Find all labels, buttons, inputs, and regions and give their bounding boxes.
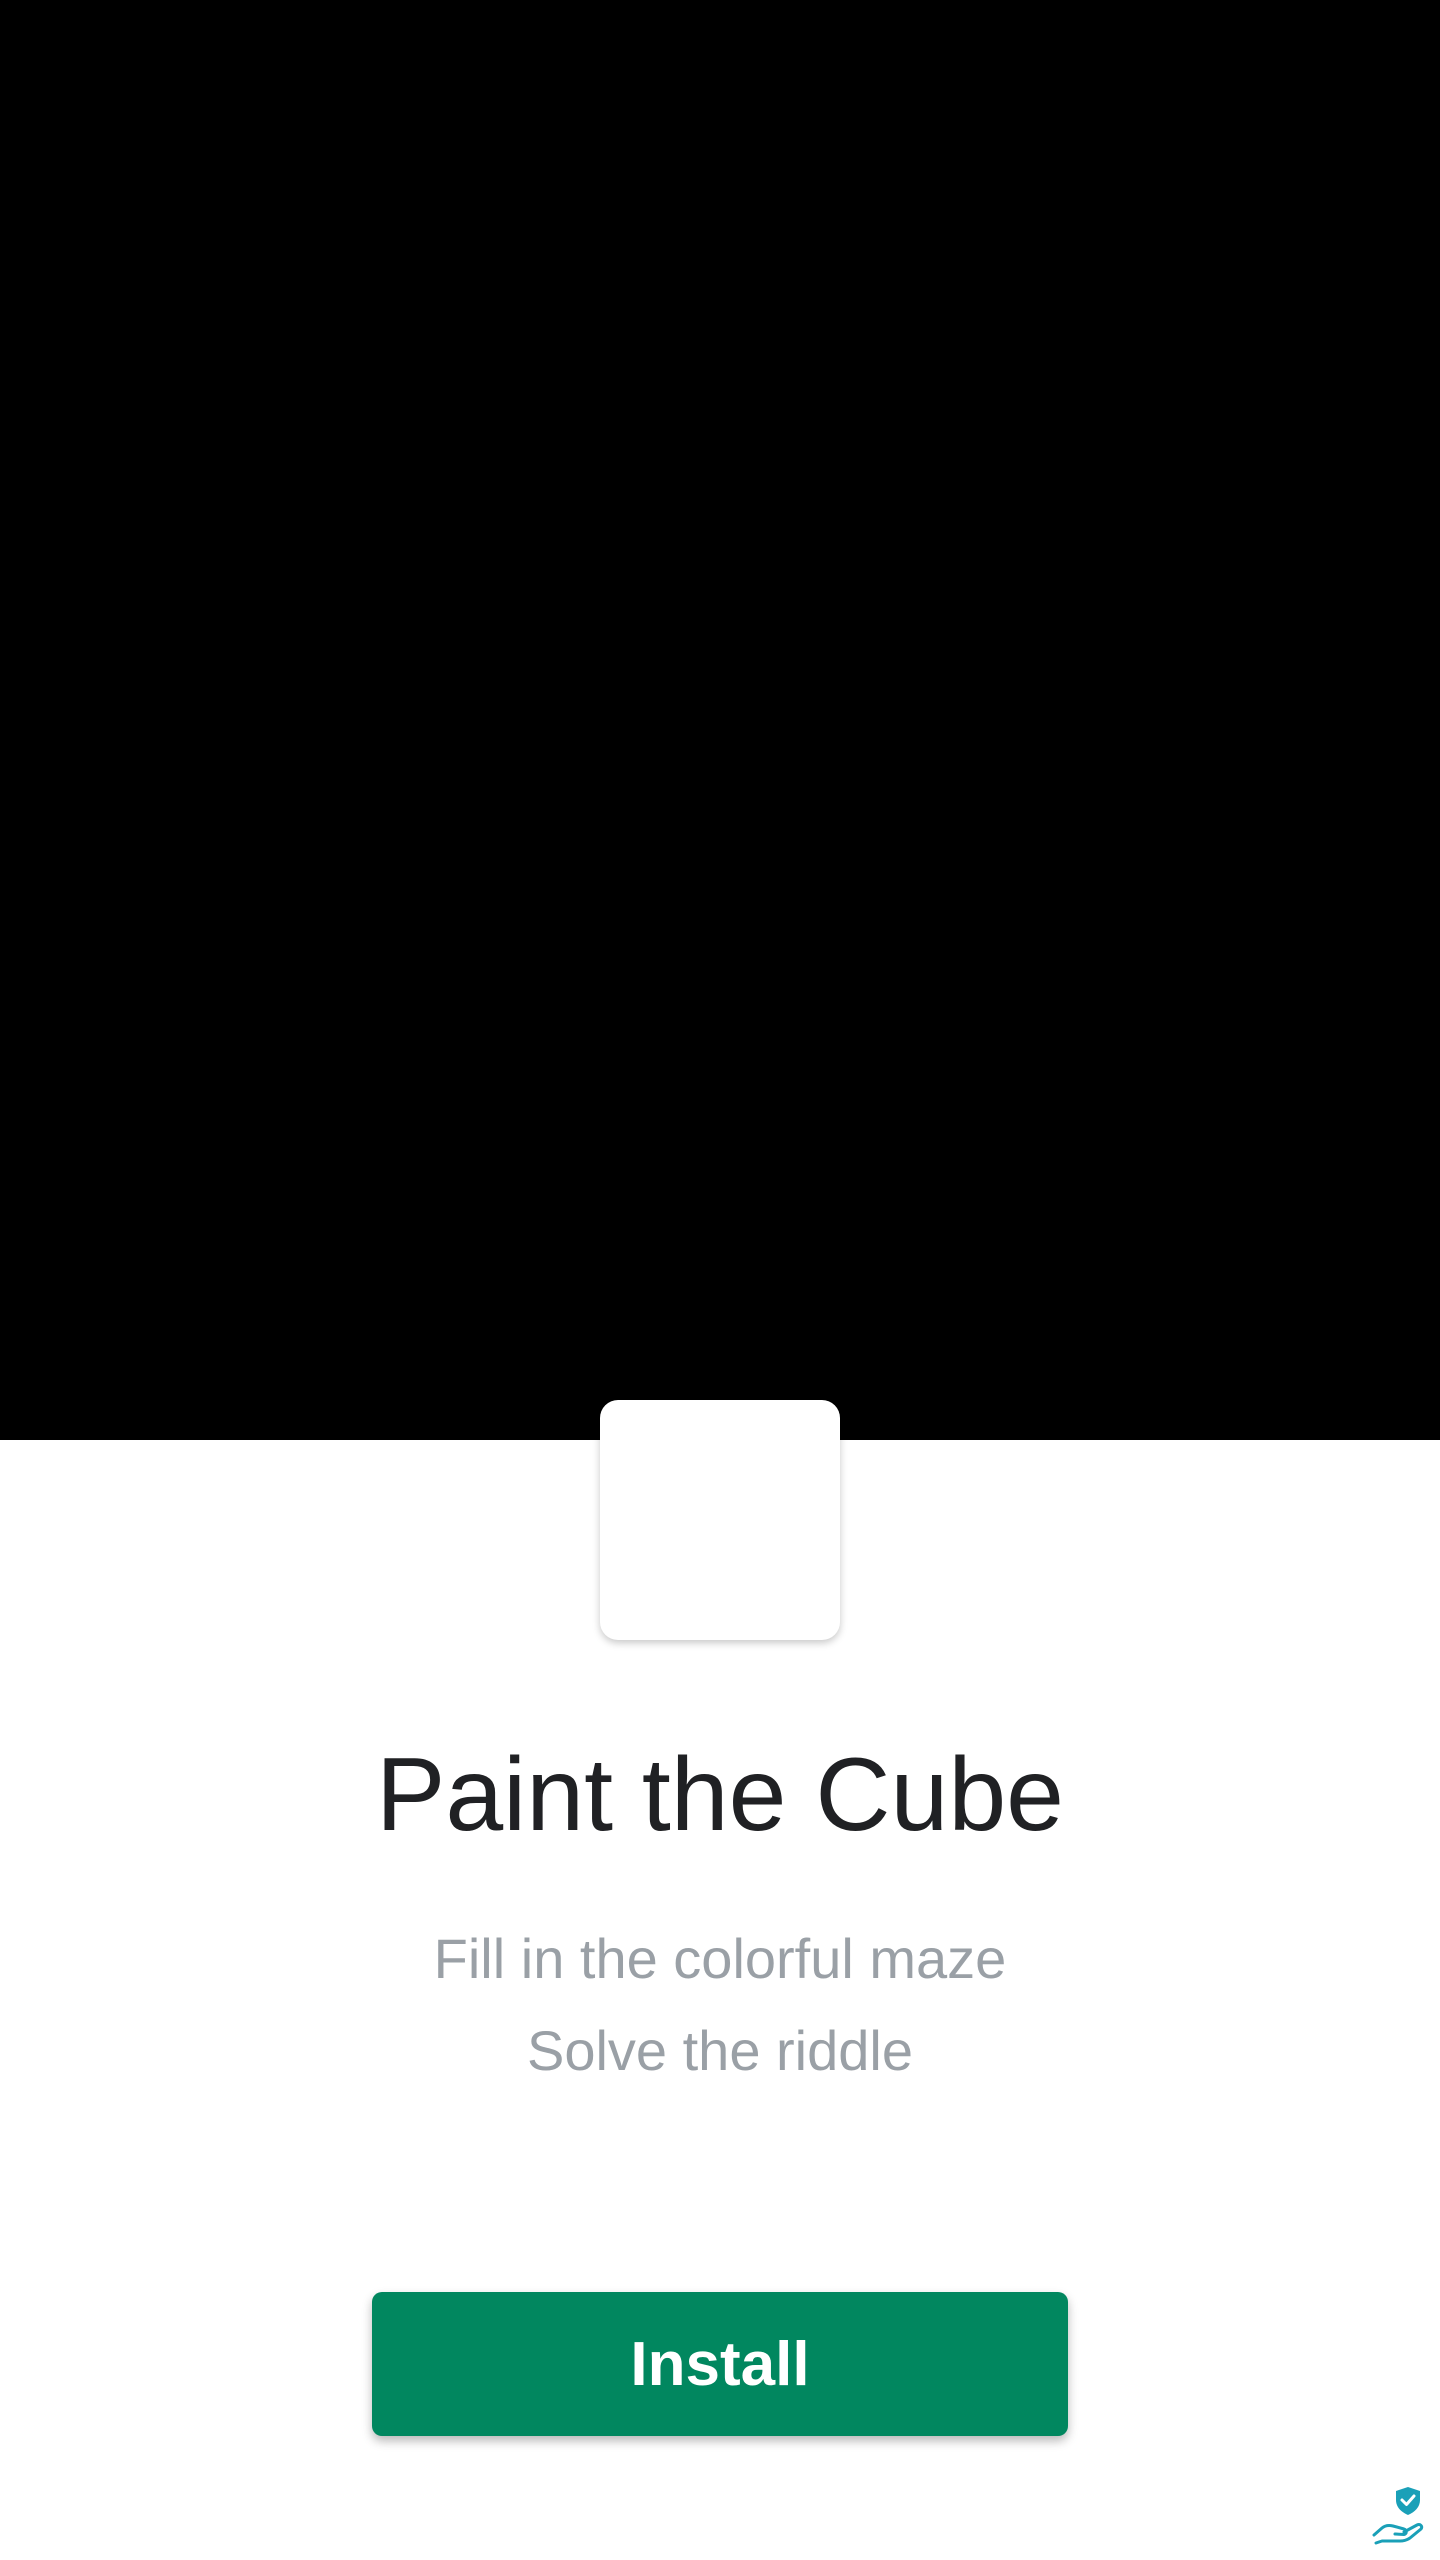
video-player[interactable] (0, 0, 1440, 1440)
tagline-line-1: Fill in the colorful maze (433, 1927, 1007, 1990)
ad-page: Paint the Cube Fill in the colorful maze… (0, 0, 1440, 2560)
app-title: Paint the Cube (375, 1737, 1065, 1853)
install-button[interactable]: Install (372, 2292, 1068, 2436)
shield-hand-icon[interactable] (1370, 2485, 1430, 2545)
app-icon (600, 1400, 840, 1640)
tagline-line-2: Solve the riddle (526, 2019, 913, 2082)
